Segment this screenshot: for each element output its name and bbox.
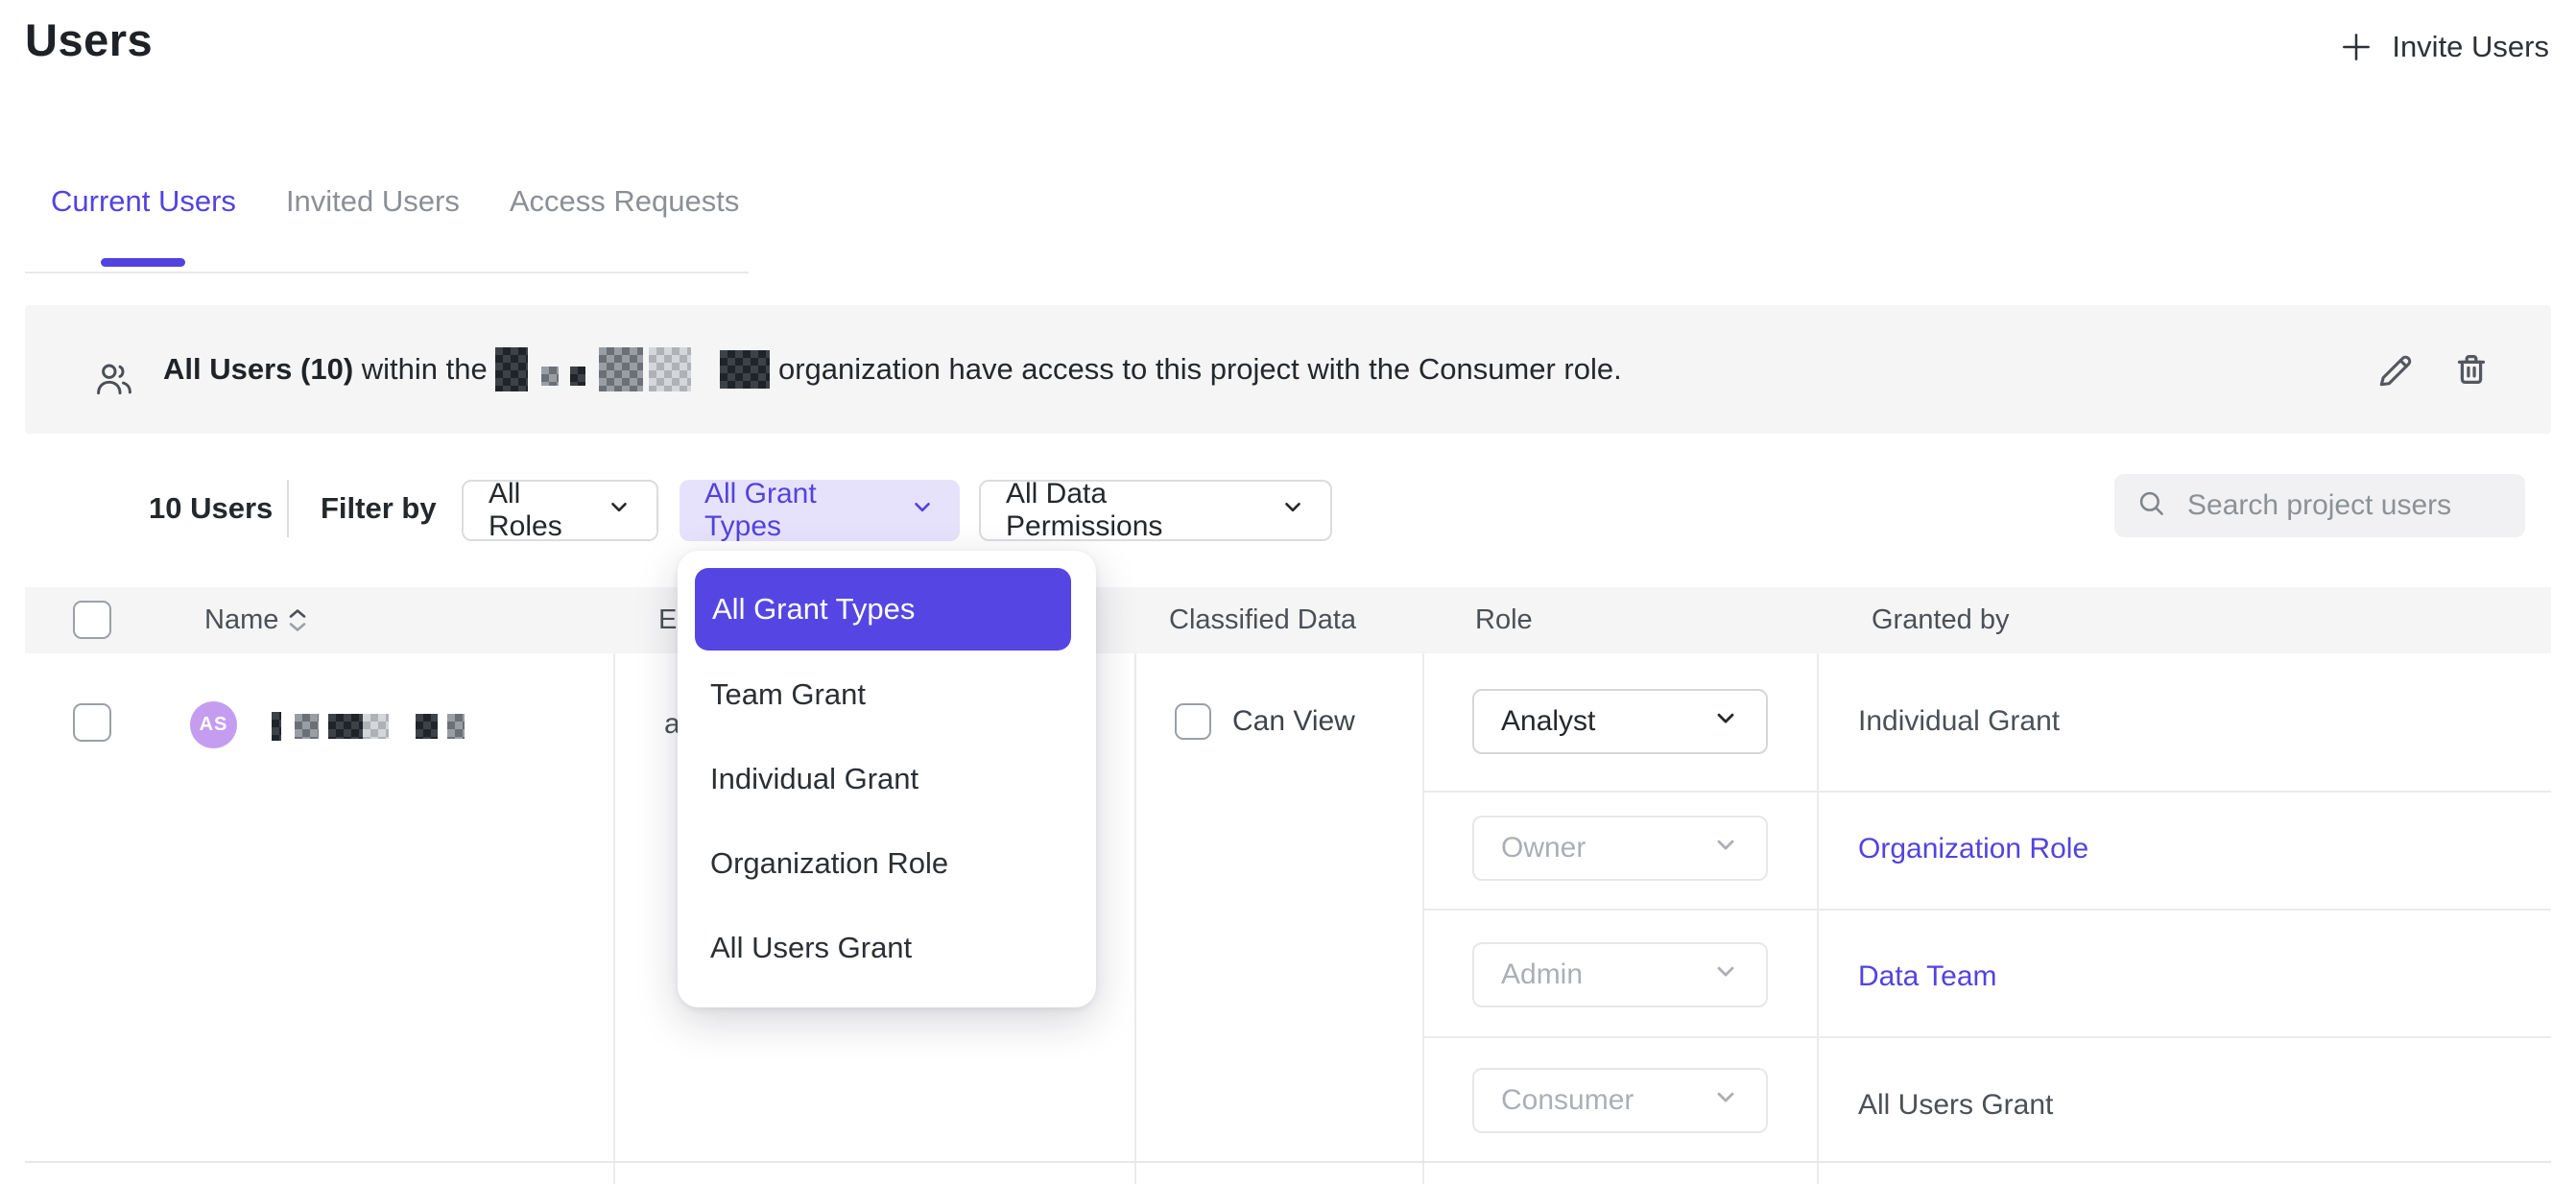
column-header-classified-data: Classified Data	[1169, 587, 1356, 653]
can-view-label: Can View	[1232, 653, 1355, 790]
tab-underline	[25, 272, 749, 273]
tab-invited-users[interactable]: Invited Users	[286, 184, 460, 219]
banner-tail: organization have access to this project…	[770, 352, 1621, 387]
avatar: AS	[190, 701, 237, 748]
chevron-down-icon	[1712, 1083, 1739, 1118]
delete-banner-button[interactable]	[2449, 347, 2493, 396]
sub-row-separator	[1422, 791, 2551, 793]
menu-item-all-grant-types[interactable]: All Grant Types	[695, 568, 1071, 651]
redacted-user-name	[272, 712, 465, 741]
role-value: Analyst	[1501, 705, 1595, 738]
all-data-permissions-label: All Data Permissions	[1006, 478, 1259, 543]
role-header-label: Role	[1475, 604, 1533, 636]
role-select-consumer: Consumer	[1472, 1068, 1768, 1133]
select-all-checkbox[interactable]	[73, 601, 111, 639]
tab-bar: Current Users Invited Users Access Reque…	[51, 184, 739, 219]
all-grant-types-filter[interactable]: All Grant Types	[680, 480, 960, 541]
sort-icon	[288, 608, 307, 632]
invite-users-button[interactable]: Invite Users	[2338, 29, 2549, 65]
users-page: Users Invite Users Current Users Invited…	[0, 0, 2576, 1184]
users-count: 10 Users	[149, 474, 273, 543]
role-select-owner: Owner	[1472, 816, 1768, 881]
redacted-org-name	[495, 347, 770, 391]
column-header-role: Role	[1475, 587, 1533, 653]
chevron-down-icon	[1280, 494, 1305, 527]
tab-access-requests[interactable]: Access Requests	[510, 184, 740, 219]
search-icon	[2135, 487, 2168, 525]
role-value: Owner	[1501, 832, 1586, 864]
menu-item-organization-role[interactable]: Organization Role	[710, 821, 1065, 906]
can-view-checkbox[interactable]	[1175, 703, 1211, 740]
column-divider	[1817, 653, 1819, 1184]
all-data-permissions-filter[interactable]: All Data Permissions	[979, 480, 1332, 541]
pencil-icon	[2374, 379, 2417, 395]
role-value: Admin	[1501, 959, 1583, 991]
granted-by-organization-role-link[interactable]: Organization Role	[1858, 817, 2088, 882]
search-box	[2114, 474, 2525, 537]
granted-by-individual-grant: Individual Grant	[1858, 689, 2060, 754]
column-divider	[613, 653, 615, 1184]
role-select-analyst[interactable]: Analyst	[1472, 689, 1768, 754]
banner-bold: All Users (10)	[163, 352, 353, 387]
sub-row-separator	[1422, 909, 2551, 911]
row-checkbox[interactable]	[73, 703, 111, 742]
all-grant-types-label: All Grant Types	[704, 478, 889, 543]
toolbar-divider	[287, 480, 289, 537]
all-roles-filter[interactable]: All Roles	[462, 480, 658, 541]
trash-icon	[2449, 379, 2493, 395]
column-header-granted-by: Granted by	[1872, 587, 2009, 653]
menu-item-individual-grant[interactable]: Individual Grant	[710, 737, 1065, 821]
chevron-down-icon	[607, 494, 632, 527]
menu-item-all-users-grant[interactable]: All Users Grant	[710, 906, 1065, 990]
granted-by-header-label: Granted by	[1872, 604, 2009, 636]
column-header-name[interactable]: Name	[204, 587, 307, 653]
edit-banner-button[interactable]	[2374, 349, 2417, 396]
chevron-down-icon	[1712, 831, 1739, 865]
chevron-down-icon	[1712, 704, 1739, 739]
plus-icon	[2338, 29, 2374, 65]
column-header-email: E	[658, 587, 677, 653]
role-value: Consumer	[1501, 1084, 1634, 1117]
classified-header-label: Classified Data	[1169, 604, 1356, 636]
invite-users-label: Invite Users	[2392, 30, 2549, 64]
granted-by-data-team-link[interactable]: Data Team	[1858, 944, 1997, 1009]
granted-by-all-users-grant: All Users Grant	[1858, 1073, 2053, 1138]
menu-item-team-grant[interactable]: Team Grant	[710, 652, 1065, 737]
banner-text: All Users (10) within the organization h…	[163, 305, 1622, 434]
chevron-down-icon	[910, 494, 935, 527]
name-header-label: Name	[204, 604, 278, 636]
column-divider	[1134, 653, 1136, 1184]
role-select-admin: Admin	[1472, 942, 1768, 1007]
active-tab-indicator	[101, 258, 185, 267]
sub-row-separator	[1422, 1036, 2551, 1038]
banner-mid: within the	[353, 352, 495, 387]
chevron-down-icon	[1712, 958, 1739, 992]
tab-current-users[interactable]: Current Users	[51, 184, 236, 219]
page-title: Users	[25, 13, 153, 66]
email-header-partial: E	[658, 604, 677, 636]
filter-by-label: Filter by	[321, 474, 437, 543]
row-separator	[25, 1161, 2551, 1163]
search-input[interactable]	[2187, 489, 2504, 522]
column-divider	[1422, 653, 1424, 1184]
all-roles-label: All Roles	[489, 478, 585, 543]
users-group-icon	[94, 361, 134, 402]
